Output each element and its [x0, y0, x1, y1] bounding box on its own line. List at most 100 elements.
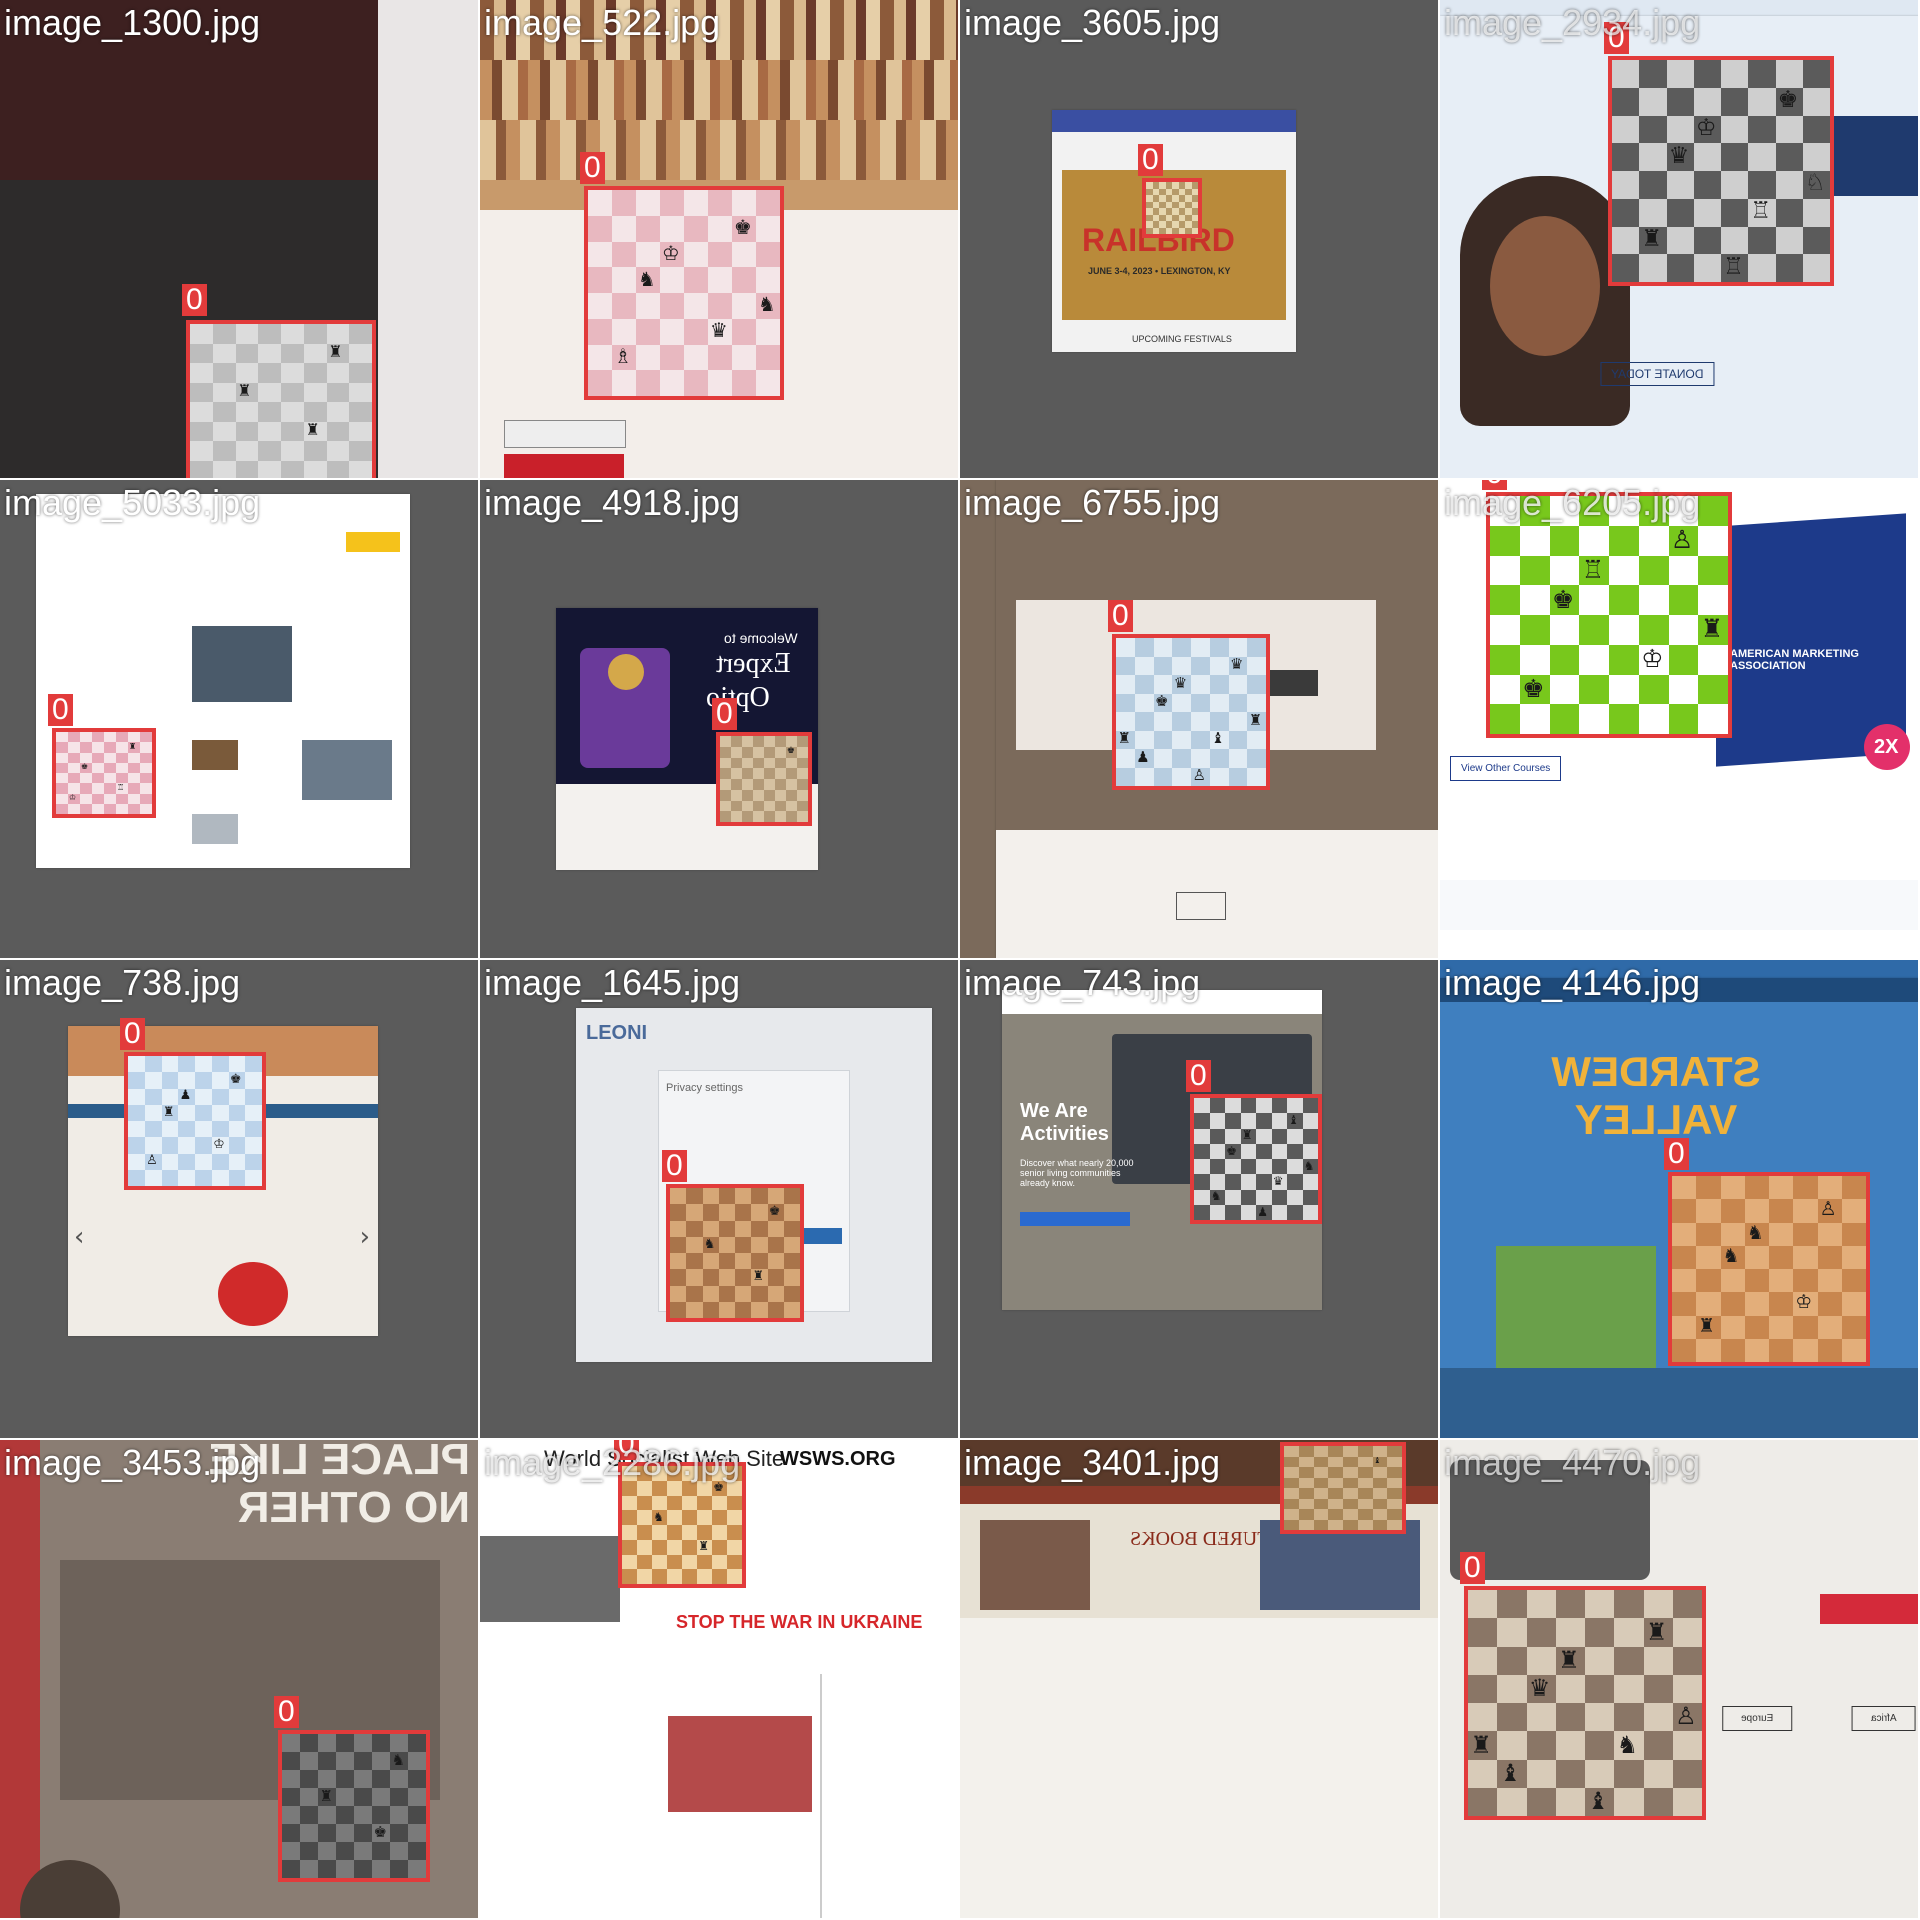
board-square — [1194, 1204, 1210, 1220]
board-square — [128, 1121, 145, 1138]
board-square — [235, 441, 259, 461]
courses-button[interactable]: View Other Courses — [1450, 756, 1562, 781]
board-square — [1720, 1315, 1746, 1340]
board-square — [1153, 712, 1173, 731]
board-square — [764, 768, 775, 780]
board-square — [588, 293, 612, 319]
board-square — [735, 1301, 752, 1318]
board-square — [1490, 555, 1520, 586]
board-square — [281, 382, 304, 403]
region-button[interactable]: Europe — [1722, 1706, 1793, 1731]
board-square — [670, 1236, 687, 1254]
board-square — [1721, 60, 1749, 88]
board-square — [670, 1204, 687, 1222]
chess-piece: ♛ — [1272, 1174, 1284, 1188]
board-square — [1328, 1509, 1344, 1520]
board-square — [1372, 1467, 1388, 1478]
board-square — [1612, 87, 1640, 116]
chessboard-detection-box: ♞ ♜ ♚ — [278, 1730, 430, 1882]
board-square — [1841, 1315, 1866, 1340]
chess-piece: ♛ — [1668, 142, 1690, 169]
board-square — [731, 779, 742, 790]
board-square — [1612, 143, 1640, 172]
board-square — [753, 800, 764, 812]
class-label: 0 — [1460, 1552, 1485, 1584]
board-square — [753, 779, 764, 790]
board-square — [178, 1137, 196, 1155]
board-square — [1225, 1159, 1241, 1175]
board-square — [708, 370, 732, 396]
board-square — [1116, 767, 1135, 786]
image-tile: World Socialist Web Site WSWS.ORG STOP T… — [480, 1440, 958, 1918]
board-square — [735, 1285, 752, 1303]
board-square — [282, 1842, 300, 1860]
chess-piece: ♜ — [162, 1104, 175, 1120]
board-square — [1614, 1759, 1645, 1789]
board-square — [1612, 226, 1640, 255]
board-square — [686, 1236, 704, 1254]
board-square — [1817, 1245, 1843, 1270]
board-square — [775, 768, 786, 780]
board-square — [612, 190, 636, 216]
board-square — [1357, 1467, 1373, 1478]
board-square — [797, 736, 808, 747]
board-square — [775, 736, 786, 747]
board-square — [1302, 1143, 1318, 1160]
board-square — [1609, 585, 1639, 616]
board-square — [731, 736, 742, 747]
board-square — [720, 746, 731, 758]
board-square — [1357, 1519, 1373, 1530]
board-square — [1666, 254, 1695, 282]
image-tile: DONATE TODAY ♚ ♛ ♖ ♜ ♔ ♘ ♖ 0 image_2934.jpg — [1440, 0, 1918, 478]
board-square — [1698, 704, 1728, 734]
board-square — [1549, 644, 1580, 675]
chessboard-detection-box: ♚ ♞ ♛ ♗ ♔ ♞ — [584, 186, 784, 400]
board-square — [1698, 674, 1728, 705]
board-square — [1696, 1292, 1722, 1317]
image-filename: image_743.jpg — [964, 962, 1201, 1003]
board-square — [660, 267, 684, 294]
chessboard-detection-box: ♚ ♞ ♜ — [666, 1184, 804, 1322]
board-square — [372, 1788, 390, 1806]
board-square — [1284, 1467, 1299, 1478]
board-square — [764, 811, 775, 822]
board-square — [1579, 644, 1610, 675]
board-square — [1284, 1498, 1299, 1510]
board-square — [708, 215, 732, 242]
board-square — [1256, 1159, 1272, 1175]
board-square — [1802, 198, 1830, 227]
board-square — [195, 1169, 212, 1186]
hero-subline: Discover what nearly 20,000 senior livin… — [1020, 1158, 1134, 1188]
board-square — [783, 1285, 800, 1303]
chess-piece: ♞ — [653, 1509, 664, 1524]
board-square — [1672, 1315, 1697, 1340]
board-square — [1302, 1113, 1318, 1130]
donate-button[interactable]: DONATE TODAY — [1600, 362, 1715, 386]
image-filename: image_6205.jpg — [1444, 482, 1701, 523]
image-filename: image_3605.jpg — [964, 2, 1221, 43]
board-square — [1191, 712, 1210, 731]
board-square — [1372, 1498, 1388, 1510]
board-square — [1775, 143, 1804, 172]
board-square — [718, 1188, 736, 1205]
board-square — [756, 215, 780, 242]
board-square — [767, 1236, 785, 1254]
board-square — [318, 1806, 336, 1824]
board-square — [1194, 1098, 1210, 1114]
chess-piece: ♜ — [1698, 1314, 1716, 1337]
board-square — [1769, 1222, 1794, 1247]
board-square — [702, 1253, 720, 1270]
board-square — [1271, 1204, 1288, 1220]
board-square — [1490, 644, 1520, 675]
chess-piece: ♙ — [1192, 766, 1206, 785]
board-square — [708, 344, 732, 371]
board-square — [144, 1169, 162, 1186]
board-square — [1643, 1590, 1674, 1619]
board-square — [1668, 585, 1699, 616]
board-square — [667, 1554, 682, 1570]
board-square — [336, 1824, 354, 1842]
region-button[interactable]: Africa — [1852, 1706, 1916, 1731]
board-square — [727, 1554, 742, 1570]
board-square — [797, 757, 808, 769]
board-square — [212, 363, 236, 383]
